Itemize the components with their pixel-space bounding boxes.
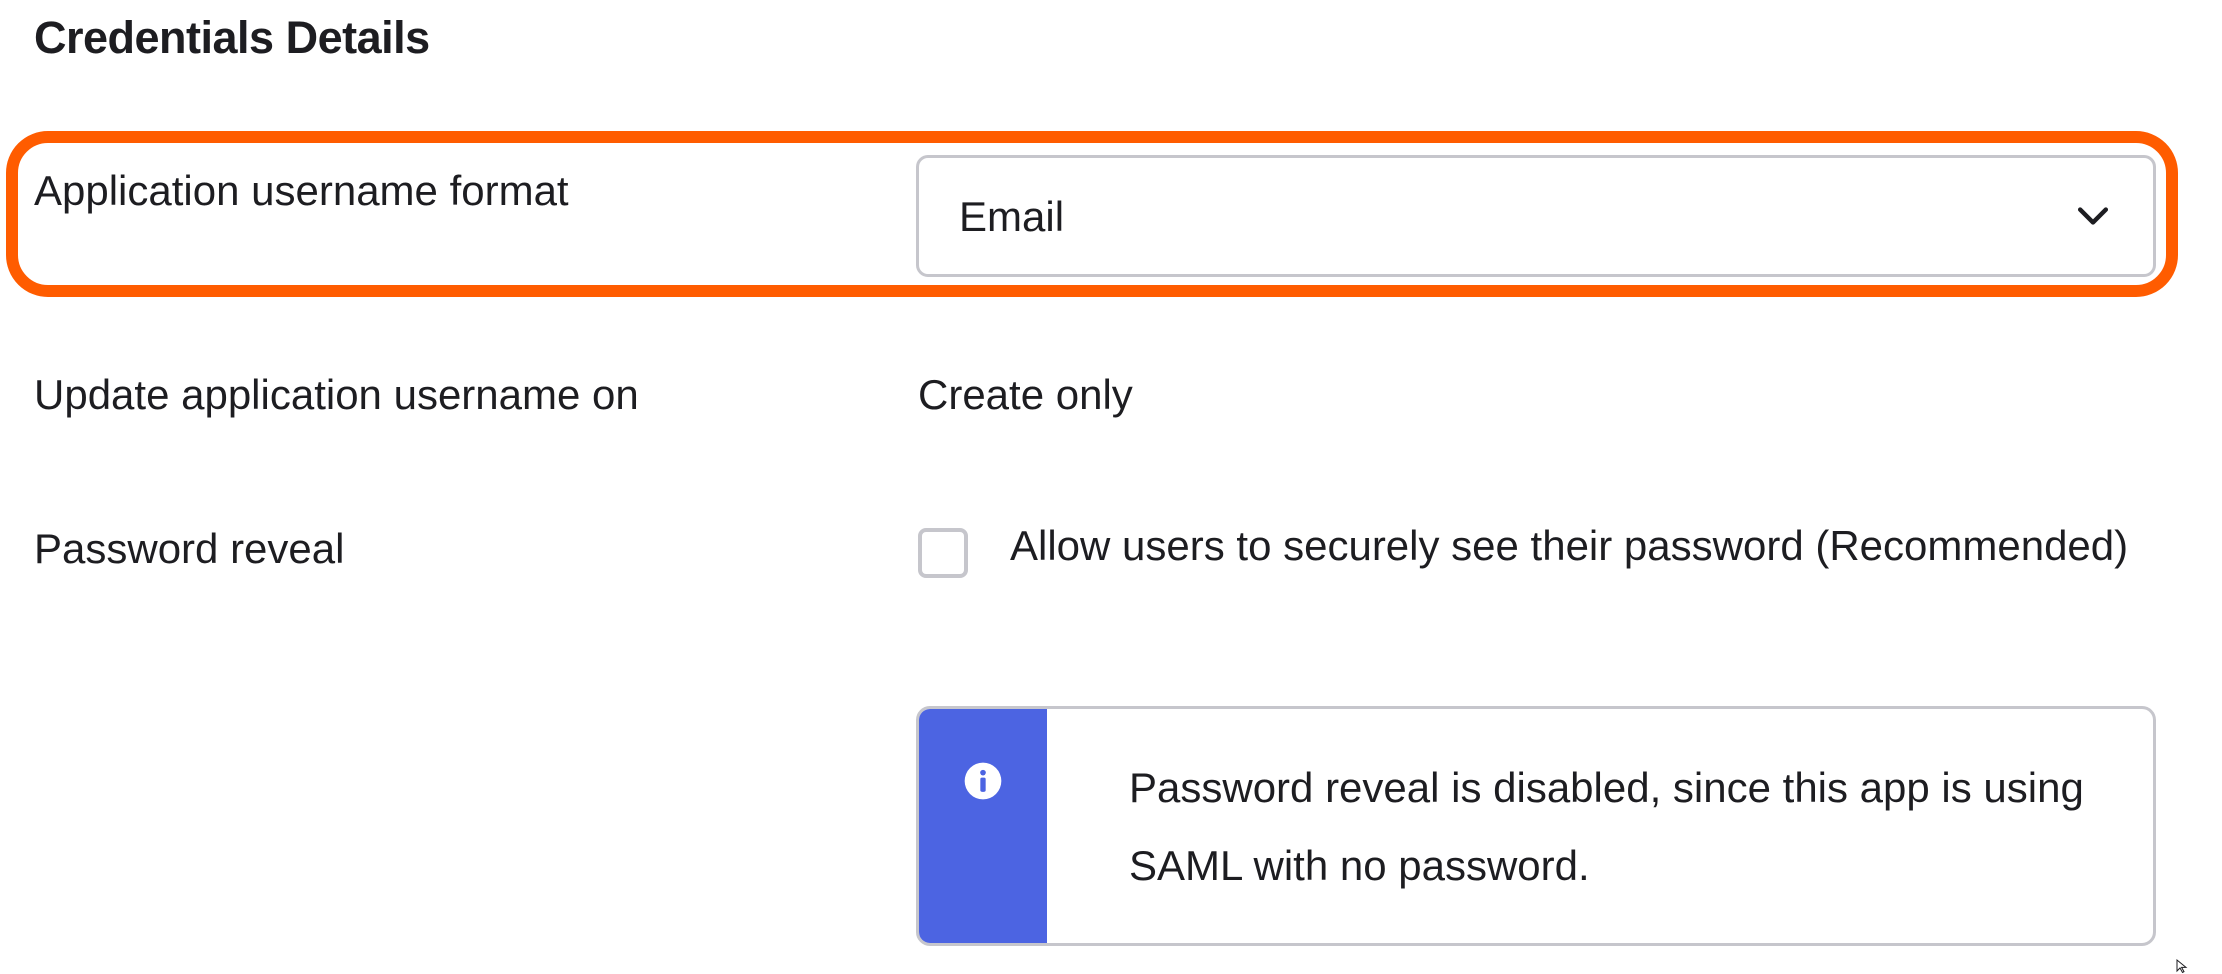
username-format-select[interactable]: Email [916,155,2156,277]
info-callout: Password reveal is disabled, since this … [916,706,2156,946]
callout-message: Password reveal is disabled, since this … [1129,764,2084,889]
password-reveal-checkbox-label[interactable]: Allow users to securely see their passwo… [1010,507,2130,585]
username-format-label: Application username format [34,167,569,214]
info-icon [964,762,1002,800]
chevron-down-icon [2077,207,2109,225]
update-username-value: Create only [918,371,1133,418]
update-username-label: Update application username on [34,371,639,418]
username-format-selected-value: Email [959,193,1065,240]
password-reveal-checkbox[interactable] [918,528,968,578]
section-title: Credentials Details [34,12,430,63]
callout-accent-bar [919,709,1047,943]
password-reveal-label: Password reveal [34,525,345,572]
